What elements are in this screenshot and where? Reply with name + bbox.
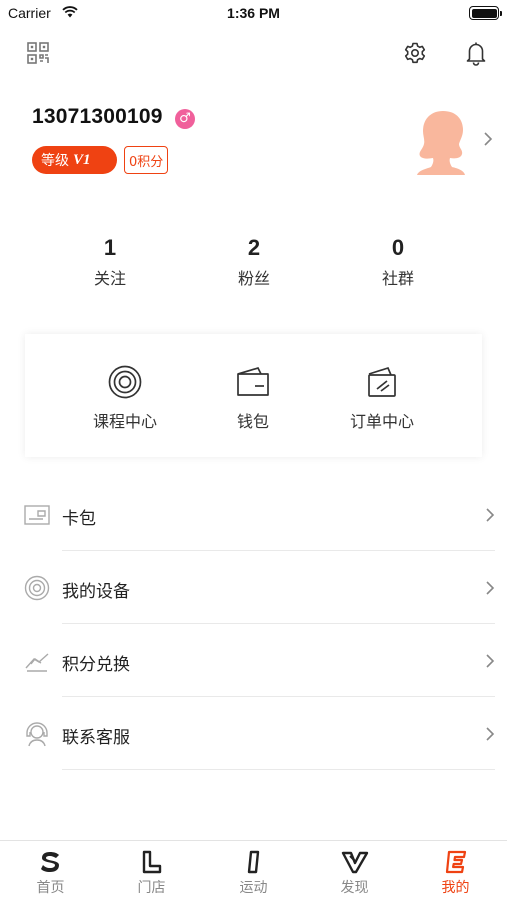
tab-mine[interactable]: 我的	[405, 849, 506, 897]
menu-item-customer-service[interactable]: 联系客服	[0, 697, 507, 770]
menu-item-label: 我的设备	[62, 582, 130, 602]
stat-label: 关注	[93, 269, 126, 288]
service-label: 钱包	[236, 412, 269, 431]
stat-label: 社群	[381, 269, 414, 288]
card-icon	[24, 505, 50, 525]
stat-value: 1	[103, 235, 117, 260]
sport-i-icon	[247, 850, 259, 874]
tab-label: 我的	[441, 880, 470, 896]
order-card-icon	[368, 366, 396, 397]
battery-icon	[469, 6, 502, 20]
stat-label: 粉丝	[237, 269, 270, 288]
stat-groups[interactable]: 0 社群	[338, 235, 458, 289]
qr-code-button[interactable]	[24, 39, 52, 67]
chevron-right-icon	[486, 654, 495, 668]
target-icon	[108, 365, 142, 399]
avatar[interactable]	[413, 109, 469, 175]
level-badge[interactable]: 等级 V1	[32, 146, 117, 174]
chevron-right-icon	[486, 727, 495, 741]
chevron-right-icon	[486, 581, 495, 595]
menu-item-label: 积分兑换	[62, 655, 130, 675]
tab-bar: 首页 门店 运动 发现 我的	[0, 840, 507, 900]
service-label: 课程中心	[92, 412, 157, 431]
stat-value: 0	[391, 235, 405, 260]
stat-following[interactable]: 1 关注	[50, 235, 170, 289]
menu-item-card-package[interactable]: 卡包	[0, 478, 507, 551]
device-icon	[24, 575, 50, 601]
notification-button[interactable]	[462, 38, 490, 68]
services-card: 课程中心 钱包 订单中心	[25, 334, 482, 457]
status-bar: Carrier 1:36 PM	[0, 0, 507, 28]
menu-item-points-exchange[interactable]: 积分兑换	[0, 624, 507, 697]
menu-list: 卡包 我的设备 积分兑换 联系客服	[0, 478, 507, 770]
gender-male-icon: ♂	[175, 109, 195, 129]
discover-v-icon	[341, 851, 368, 874]
exchange-icon	[25, 653, 49, 672]
points-label: 0积分	[129, 154, 164, 170]
home-s-icon	[40, 852, 59, 872]
points-badge[interactable]: 0积分	[124, 146, 169, 174]
service-label: 订单中心	[349, 412, 414, 431]
mine-e-icon	[445, 850, 466, 874]
course-center-button[interactable]: 课程中心	[65, 364, 185, 432]
wallet-icon	[237, 366, 269, 396]
username: 13071300109	[32, 105, 163, 128]
level-label: 等级	[41, 153, 69, 169]
divider	[62, 769, 495, 770]
qr-code-icon	[27, 42, 49, 64]
gear-icon	[404, 42, 426, 64]
tab-discover[interactable]: 发现	[304, 849, 405, 897]
profile-header[interactable]: 13071300109 ♂ 等级 V1 0积分	[0, 95, 507, 195]
menu-item-label: 联系客服	[62, 728, 130, 748]
menu-item-my-devices[interactable]: 我的设备	[0, 551, 507, 624]
level-value: V1	[73, 151, 91, 168]
tab-home[interactable]: 首页	[0, 849, 101, 897]
status-time: 1:36 PM	[227, 5, 280, 21]
order-center-button[interactable]: 订单中心	[322, 364, 442, 432]
chevron-right-icon	[484, 132, 493, 146]
bell-icon	[466, 42, 486, 66]
tab-label: 运动	[239, 880, 268, 896]
tab-store[interactable]: 门店	[101, 849, 202, 897]
store-l-icon	[142, 850, 161, 874]
stat-value: 2	[247, 235, 261, 260]
tab-label: 门店	[137, 880, 166, 896]
settings-button[interactable]	[401, 39, 429, 67]
stat-followers[interactable]: 2 粉丝	[194, 235, 314, 289]
tab-label: 首页	[36, 880, 65, 896]
chevron-right-icon	[486, 508, 495, 522]
tab-label: 发现	[340, 880, 369, 896]
stats-row: 1 关注 2 粉丝 0 社群	[0, 235, 507, 295]
wallet-button[interactable]: 钱包	[193, 364, 313, 432]
customer-service-icon	[26, 722, 48, 747]
tab-sport[interactable]: 运动	[203, 849, 304, 897]
menu-item-label: 卡包	[62, 509, 96, 529]
